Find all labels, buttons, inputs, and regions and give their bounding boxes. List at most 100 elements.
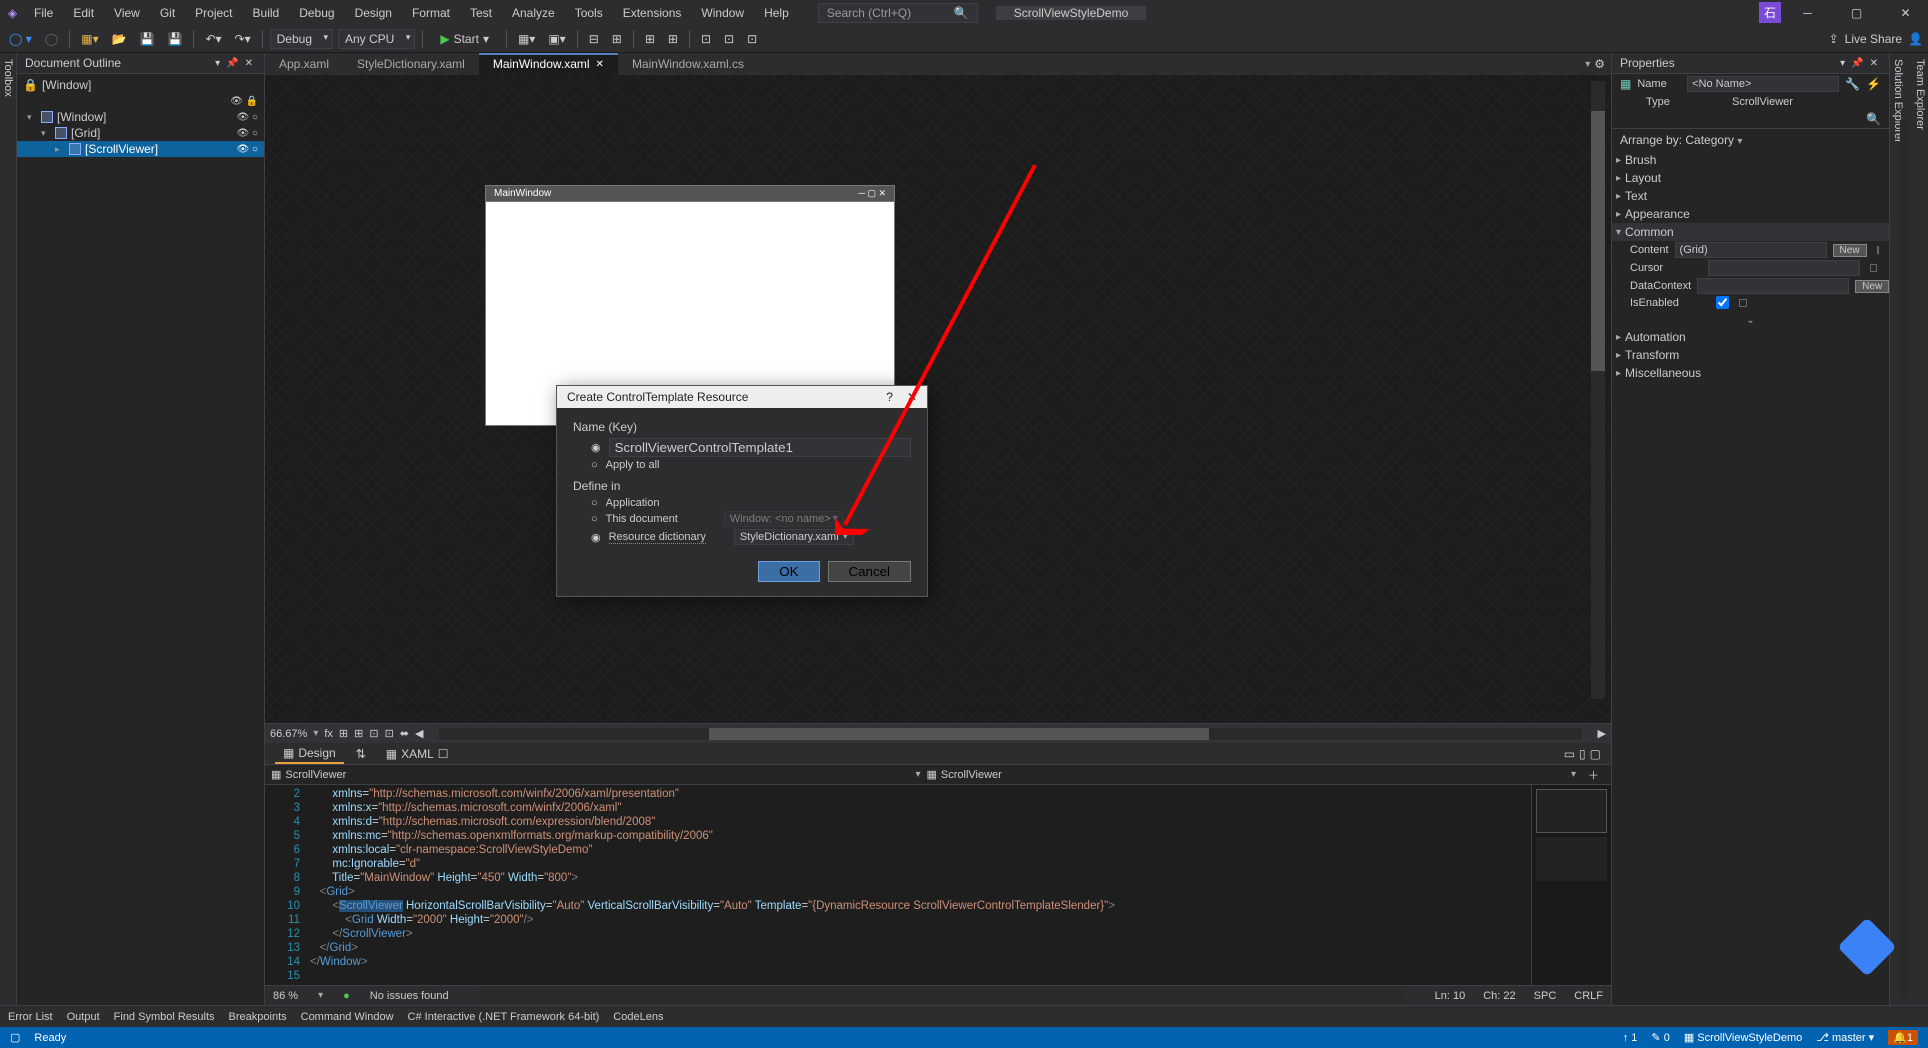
prop-input[interactable] [1697, 278, 1849, 294]
menu-format[interactable]: Format [403, 3, 459, 23]
new-button[interactable]: New [1833, 244, 1867, 257]
redo-button[interactable]: ↷▾ [231, 30, 255, 48]
lock-icon[interactable]: 🔒 [23, 78, 38, 92]
menu-debug[interactable]: Debug [290, 3, 343, 23]
team-explorer-tab[interactable]: Team Explorer [1914, 59, 1926, 999]
code-body[interactable]: xmlns="http://schemas.microsoft.com/winf… [310, 785, 1531, 985]
designer-tool-7[interactable]: ◀ [415, 727, 423, 740]
marker-icon[interactable] [1877, 246, 1879, 254]
minimize-button[interactable]: ─ [1785, 0, 1830, 25]
menu-file[interactable]: File [25, 3, 62, 23]
checkbox[interactable] [1716, 296, 1729, 309]
tb-icon-2[interactable]: ▣▾ [544, 30, 569, 48]
nav-back-button[interactable]: ◯ ▾ [5, 30, 36, 48]
panel-dropdown-icon[interactable]: ▾ [212, 58, 223, 69]
tb-misc-1[interactable]: ⊡ [697, 30, 715, 48]
designer-tool-4[interactable]: ⊡ [369, 727, 378, 740]
bottom-tab[interactable]: Command Window [301, 1011, 394, 1023]
name-input[interactable] [1687, 76, 1839, 92]
toolbox-tab[interactable]: Toolbox [0, 53, 17, 1005]
cancel-button[interactable]: Cancel [828, 561, 912, 582]
panel-dropdown-icon[interactable]: ▾ [1837, 58, 1848, 69]
tab-StyleDictionary-xaml[interactable]: StyleDictionary.xaml [343, 53, 479, 75]
tb-misc-3[interactable]: ⊡ [743, 30, 761, 48]
visibility-icons[interactable]: 👁 🔒 [230, 96, 258, 107]
menu-extensions[interactable]: Extensions [614, 3, 691, 23]
menu-build[interactable]: Build [244, 3, 289, 23]
marker-icon[interactable] [1739, 299, 1747, 307]
menu-view[interactable]: View [105, 3, 149, 23]
menu-analyze[interactable]: Analyze [503, 3, 564, 23]
radio-name[interactable]: ◉ [591, 441, 601, 454]
tree-row[interactable]: ▸[ScrollViewer]👁 ○ [17, 141, 264, 157]
breadcrumb-right[interactable]: ▦ ScrollViewer [927, 768, 1002, 781]
prop-input[interactable] [1708, 260, 1860, 276]
menu-tools[interactable]: Tools [566, 3, 612, 23]
search-icon[interactable]: 🔍 [1866, 112, 1881, 126]
tb-icon-1[interactable]: ▦▾ [514, 30, 539, 48]
status-bell[interactable]: 🔔1 [1888, 1030, 1918, 1045]
panel-close-icon[interactable]: ✕ [1867, 58, 1881, 69]
tab-MainWindow-xaml[interactable]: MainWindow.xaml ✕ [479, 53, 618, 75]
designer-tool-8[interactable]: ▶ [1598, 727, 1606, 740]
tree-row[interactable]: ▾[Grid]👁 ○ [17, 125, 264, 141]
tab-close-icon[interactable]: ✕ [596, 59, 604, 70]
close-button[interactable]: ✕ [1883, 0, 1928, 25]
group-transform[interactable]: ▸Transform [1612, 346, 1889, 364]
code-editor[interactable]: 23456789101112131415 xmlns="http://schem… [265, 785, 1611, 985]
bottom-tab[interactable]: Find Symbol Results [114, 1011, 215, 1023]
add-icon[interactable]: ＋ [1582, 767, 1605, 783]
designer-hscrollbar[interactable] [439, 728, 1581, 740]
open-button[interactable]: 📂 [108, 30, 131, 48]
designer-tool-6[interactable]: ⬌ [400, 727, 409, 740]
bottom-tab[interactable]: Error List [8, 1011, 53, 1023]
group-common[interactable]: ▾Common [1612, 223, 1889, 241]
design-tab[interactable]: ▦ Design [275, 744, 344, 764]
panel-pin-icon[interactable]: 📌 [1848, 58, 1866, 69]
tb-align-1[interactable]: ⊟ [585, 30, 603, 48]
code-hscrollbar[interactable] [479, 990, 1405, 1002]
tree-row[interactable]: ▾[Window]👁 ○ [17, 109, 264, 125]
tb-misc-2[interactable]: ⊡ [720, 30, 738, 48]
new-project-button[interactable]: ▦▾ [77, 30, 102, 48]
account-icon[interactable]: 👤 [1908, 32, 1923, 46]
config-dropdown[interactable]: Debug [270, 29, 333, 49]
tb-align-2[interactable]: ⊞ [608, 30, 626, 48]
new-button[interactable]: New [1855, 280, 1889, 293]
menu-help[interactable]: Help [755, 3, 798, 23]
swap-icon[interactable]: ⇅ [356, 747, 366, 761]
undo-button[interactable]: ↶▾ [201, 30, 225, 48]
live-share-button[interactable]: Live Share [1845, 32, 1902, 46]
menu-edit[interactable]: Edit [64, 3, 103, 23]
split-layout-2[interactable]: ▯ [1579, 747, 1586, 761]
tab-App-xaml[interactable]: App.xaml [265, 53, 343, 75]
breadcrumb-left[interactable]: ▦ ScrollViewer [271, 768, 346, 781]
menu-git[interactable]: Git [151, 3, 184, 23]
nav-fwd-button[interactable]: ◯ [41, 30, 62, 48]
bottom-tab[interactable]: Output [67, 1011, 100, 1023]
radio-resource-dictionary[interactable]: ◉ [591, 531, 601, 544]
bottom-tab[interactable]: C# Interactive (.NET Framework 64-bit) [408, 1011, 600, 1023]
status-up[interactable]: ↑ 1 [1623, 1032, 1638, 1044]
start-button[interactable]: ▶Start ▾ [430, 30, 499, 48]
tb-grid-2[interactable]: ⊞ [664, 30, 682, 48]
dialog-close-icon[interactable]: ✕ [907, 390, 917, 404]
menu-test[interactable]: Test [461, 3, 501, 23]
marker-icon[interactable] [1870, 264, 1877, 272]
wrench-icon[interactable]: 🔧 [1845, 77, 1860, 91]
maximize-button[interactable]: ▢ [1834, 0, 1879, 25]
resource-dictionary-combo[interactable]: StyleDictionary.xaml▾ [734, 529, 854, 545]
menu-design[interactable]: Design [346, 3, 401, 23]
props-scrollbar[interactable] [1900, 120, 1908, 998]
designer-surface[interactable]: MainWindow─ ▢ ✕ [265, 75, 1611, 723]
radio-this-document[interactable]: ○ [591, 513, 598, 525]
radio-apply-all[interactable]: ○ [591, 459, 598, 471]
help-icon[interactable]: ? [886, 390, 893, 404]
menu-project[interactable]: Project [186, 3, 241, 23]
split-layout-1[interactable]: ▭ [1564, 747, 1575, 761]
designer-tool-3[interactable]: ⊞ [354, 727, 363, 740]
tabs-settings-icon[interactable]: ⚙ [1594, 57, 1605, 71]
bottom-tab[interactable]: Breakpoints [229, 1011, 287, 1023]
group-miscellaneous[interactable]: ▸Miscellaneous [1612, 364, 1889, 382]
status-solution[interactable]: ▦ ScrollViewStyleDemo [1684, 1031, 1802, 1044]
